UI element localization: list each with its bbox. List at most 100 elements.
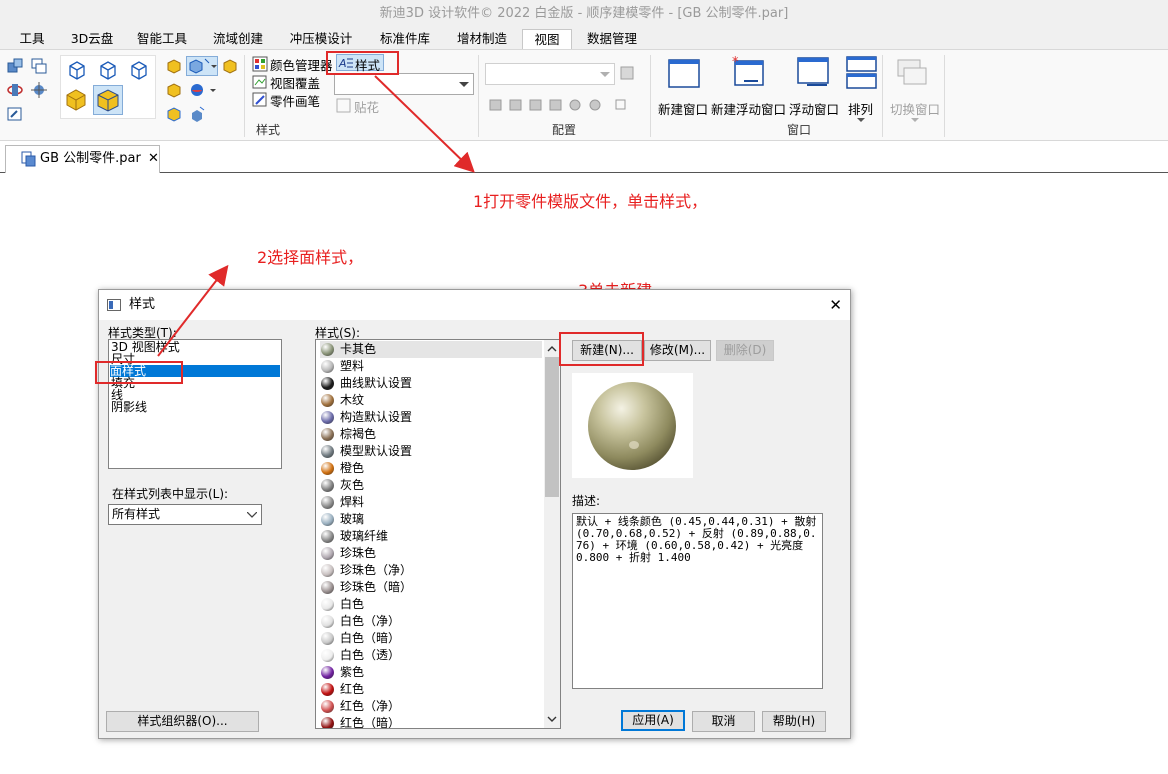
material-ball-icon <box>321 598 334 611</box>
show-in-list-label: 在样式列表中显示(L): <box>112 487 229 501</box>
style-organizer-button[interactable]: 样式组织器(O)... <box>106 711 259 732</box>
switch-window-button[interactable]: 切换窗口 <box>890 99 940 118</box>
menu-smart-tools[interactable]: 智能工具 <box>130 29 194 49</box>
view-orient-icon[interactable] <box>6 57 24 75</box>
float-window-button[interactable]: 浮动窗口 <box>789 99 839 118</box>
globe-icon[interactable] <box>190 82 218 98</box>
pan-icon[interactable] <box>30 81 48 99</box>
menu-3d-cloud[interactable]: 3D云盘 <box>66 29 118 49</box>
style-dialog: 样式 ✕ 样式类型(T): 3D 视图样式 尺寸 面样式 填充 线 阴影线 在样… <box>95 289 851 739</box>
style-name: 白色（暗） <box>340 631 401 645</box>
chevron-down-icon <box>247 512 257 518</box>
style-name: 构造默认设置 <box>340 410 413 424</box>
material-ball-icon <box>321 479 334 492</box>
view-overlay-button[interactable]: 视图覆盖 <box>270 73 320 92</box>
menu-tools[interactable]: 工具 <box>12 29 52 49</box>
material-ball-icon <box>321 343 334 356</box>
style-name: 玻璃 <box>340 512 365 526</box>
part-paint-button[interactable]: 零件画笔 <box>270 91 320 110</box>
shaded-edge-cube-button[interactable] <box>93 85 123 115</box>
menu-view[interactable]: 视图 <box>522 29 572 49</box>
style-type-list[interactable]: 3D 视图样式 尺寸 面样式 填充 线 阴影线 <box>108 339 282 469</box>
part-paint-icon <box>252 92 268 108</box>
wireframe-cube-icon[interactable] <box>66 59 88 81</box>
config-save-icon[interactable] <box>619 65 635 81</box>
style-name: 橙色 <box>340 461 365 475</box>
help-button[interactable]: 帮助(H) <box>762 711 826 732</box>
rotate-icon[interactable] <box>6 81 24 99</box>
float-window-icon <box>797 57 831 89</box>
style-name: 模型默认设置 <box>340 444 413 458</box>
style-name: 曲线默认设置 <box>340 376 413 390</box>
material-ball-icon <box>321 564 334 577</box>
zoom-area-icon[interactable] <box>6 105 24 123</box>
menu-flow-creation[interactable]: 流域创建 <box>206 29 270 49</box>
material-ball-icon <box>321 581 334 594</box>
view-overlay-icon <box>252 74 268 90</box>
document-tab-bar: GB 公制零件.par ✕ <box>0 141 1168 173</box>
config-select[interactable] <box>485 63 615 85</box>
document-tab[interactable]: GB 公制零件.par ✕ <box>5 145 160 173</box>
material-ball-icon <box>321 632 334 645</box>
box-icon[interactable] <box>222 58 238 74</box>
styles-list[interactable]: 卡其色 塑料 曲线默认设置 木纹 构造默认设置 棕褐色 模型默认设置 橙色 灰色 焊料 玻璃 玻璃纤维… <box>315 339 561 729</box>
svg-text:*: * <box>732 55 739 70</box>
switch-window-icon <box>896 58 930 90</box>
visible-edge-cube-icon[interactable] <box>128 59 150 81</box>
color-manager-button[interactable]: 颜色管理器 <box>270 55 333 74</box>
style-name: 白色（透） <box>340 648 401 662</box>
small-cube-icon[interactable] <box>166 58 182 74</box>
new-window-button[interactable]: 新建窗口 <box>658 99 708 118</box>
apply-button[interactable]: 应用(A) <box>621 710 685 731</box>
material-ball-icon <box>321 615 334 628</box>
hidden-edge-cube-icon[interactable] <box>97 59 119 81</box>
style-name: 卡其色 <box>340 342 377 356</box>
view-copy-icon[interactable] <box>30 57 48 75</box>
scroll-up-icon[interactable] <box>544 342 560 356</box>
menu-additive[interactable]: 增材制造 <box>450 29 514 49</box>
style-name: 珍珠色（净） <box>340 563 413 577</box>
style-name: 红色 <box>340 682 365 696</box>
cube-shade-icon[interactable] <box>166 82 182 98</box>
style-name: 红色（暗） <box>340 716 401 729</box>
menu-standard-parts[interactable]: 标准件库 <box>372 29 438 49</box>
document-tab-close-icon[interactable]: ✕ <box>148 146 159 172</box>
style-name: 玻璃纤维 <box>340 529 389 543</box>
material-ball-icon <box>321 530 334 543</box>
menu-data-management[interactable]: 数据管理 <box>580 29 644 49</box>
description-box: 默认 + 线条颜色 (0.45,0.44,0.31) + 散射 (0.70,0.… <box>572 513 823 689</box>
shaded-cube-icon[interactable] <box>64 87 88 111</box>
switch-window-dropdown-icon[interactable] <box>911 118 919 123</box>
config-group-label: 配置 <box>552 123 577 137</box>
scroll-down-icon[interactable] <box>544 712 560 726</box>
decal-label: 贴花 <box>354 100 380 115</box>
style-name: 紫色 <box>340 665 365 679</box>
cancel-button[interactable]: 取消 <box>692 711 755 732</box>
view-style-dropdown[interactable] <box>186 56 218 76</box>
modify-style-button[interactable]: 修改(M)... <box>644 340 711 361</box>
arrange-icon <box>846 56 878 90</box>
menu-stamping-die[interactable]: 冲压模设计 <box>282 29 360 49</box>
new-float-window-button[interactable]: 新建浮动窗口 <box>711 99 786 118</box>
show-filter-select[interactable]: 所有样式 <box>108 504 262 525</box>
material-ball-icon <box>321 394 334 407</box>
arrange-button[interactable]: 排列 <box>848 99 873 118</box>
cube-arrow-icon[interactable] <box>190 106 206 122</box>
material-ball-icon <box>321 496 334 509</box>
dialog-close-icon[interactable]: ✕ <box>829 290 842 320</box>
style-select[interactable] <box>334 73 474 95</box>
arrange-dropdown-icon[interactable] <box>857 118 865 123</box>
annotation-step2: 2选择面样式， <box>257 248 364 267</box>
new-window-icon <box>668 59 700 89</box>
cube-frame-icon[interactable] <box>166 106 182 122</box>
style-name: 红色（净） <box>340 699 401 713</box>
style-name: 珍珠色（暗） <box>340 580 413 594</box>
style-list-item[interactable]: 卡其色 <box>320 341 542 358</box>
material-ball-icon <box>321 683 334 696</box>
scrollbar-thumb[interactable] <box>545 357 559 497</box>
material-ball-icon <box>321 445 334 458</box>
delete-style-button: 删除(D) <box>716 340 774 361</box>
part-file-icon <box>21 151 36 167</box>
styles-scrollbar[interactable] <box>544 340 560 728</box>
style-type-item[interactable]: 阴影线 <box>111 401 147 413</box>
